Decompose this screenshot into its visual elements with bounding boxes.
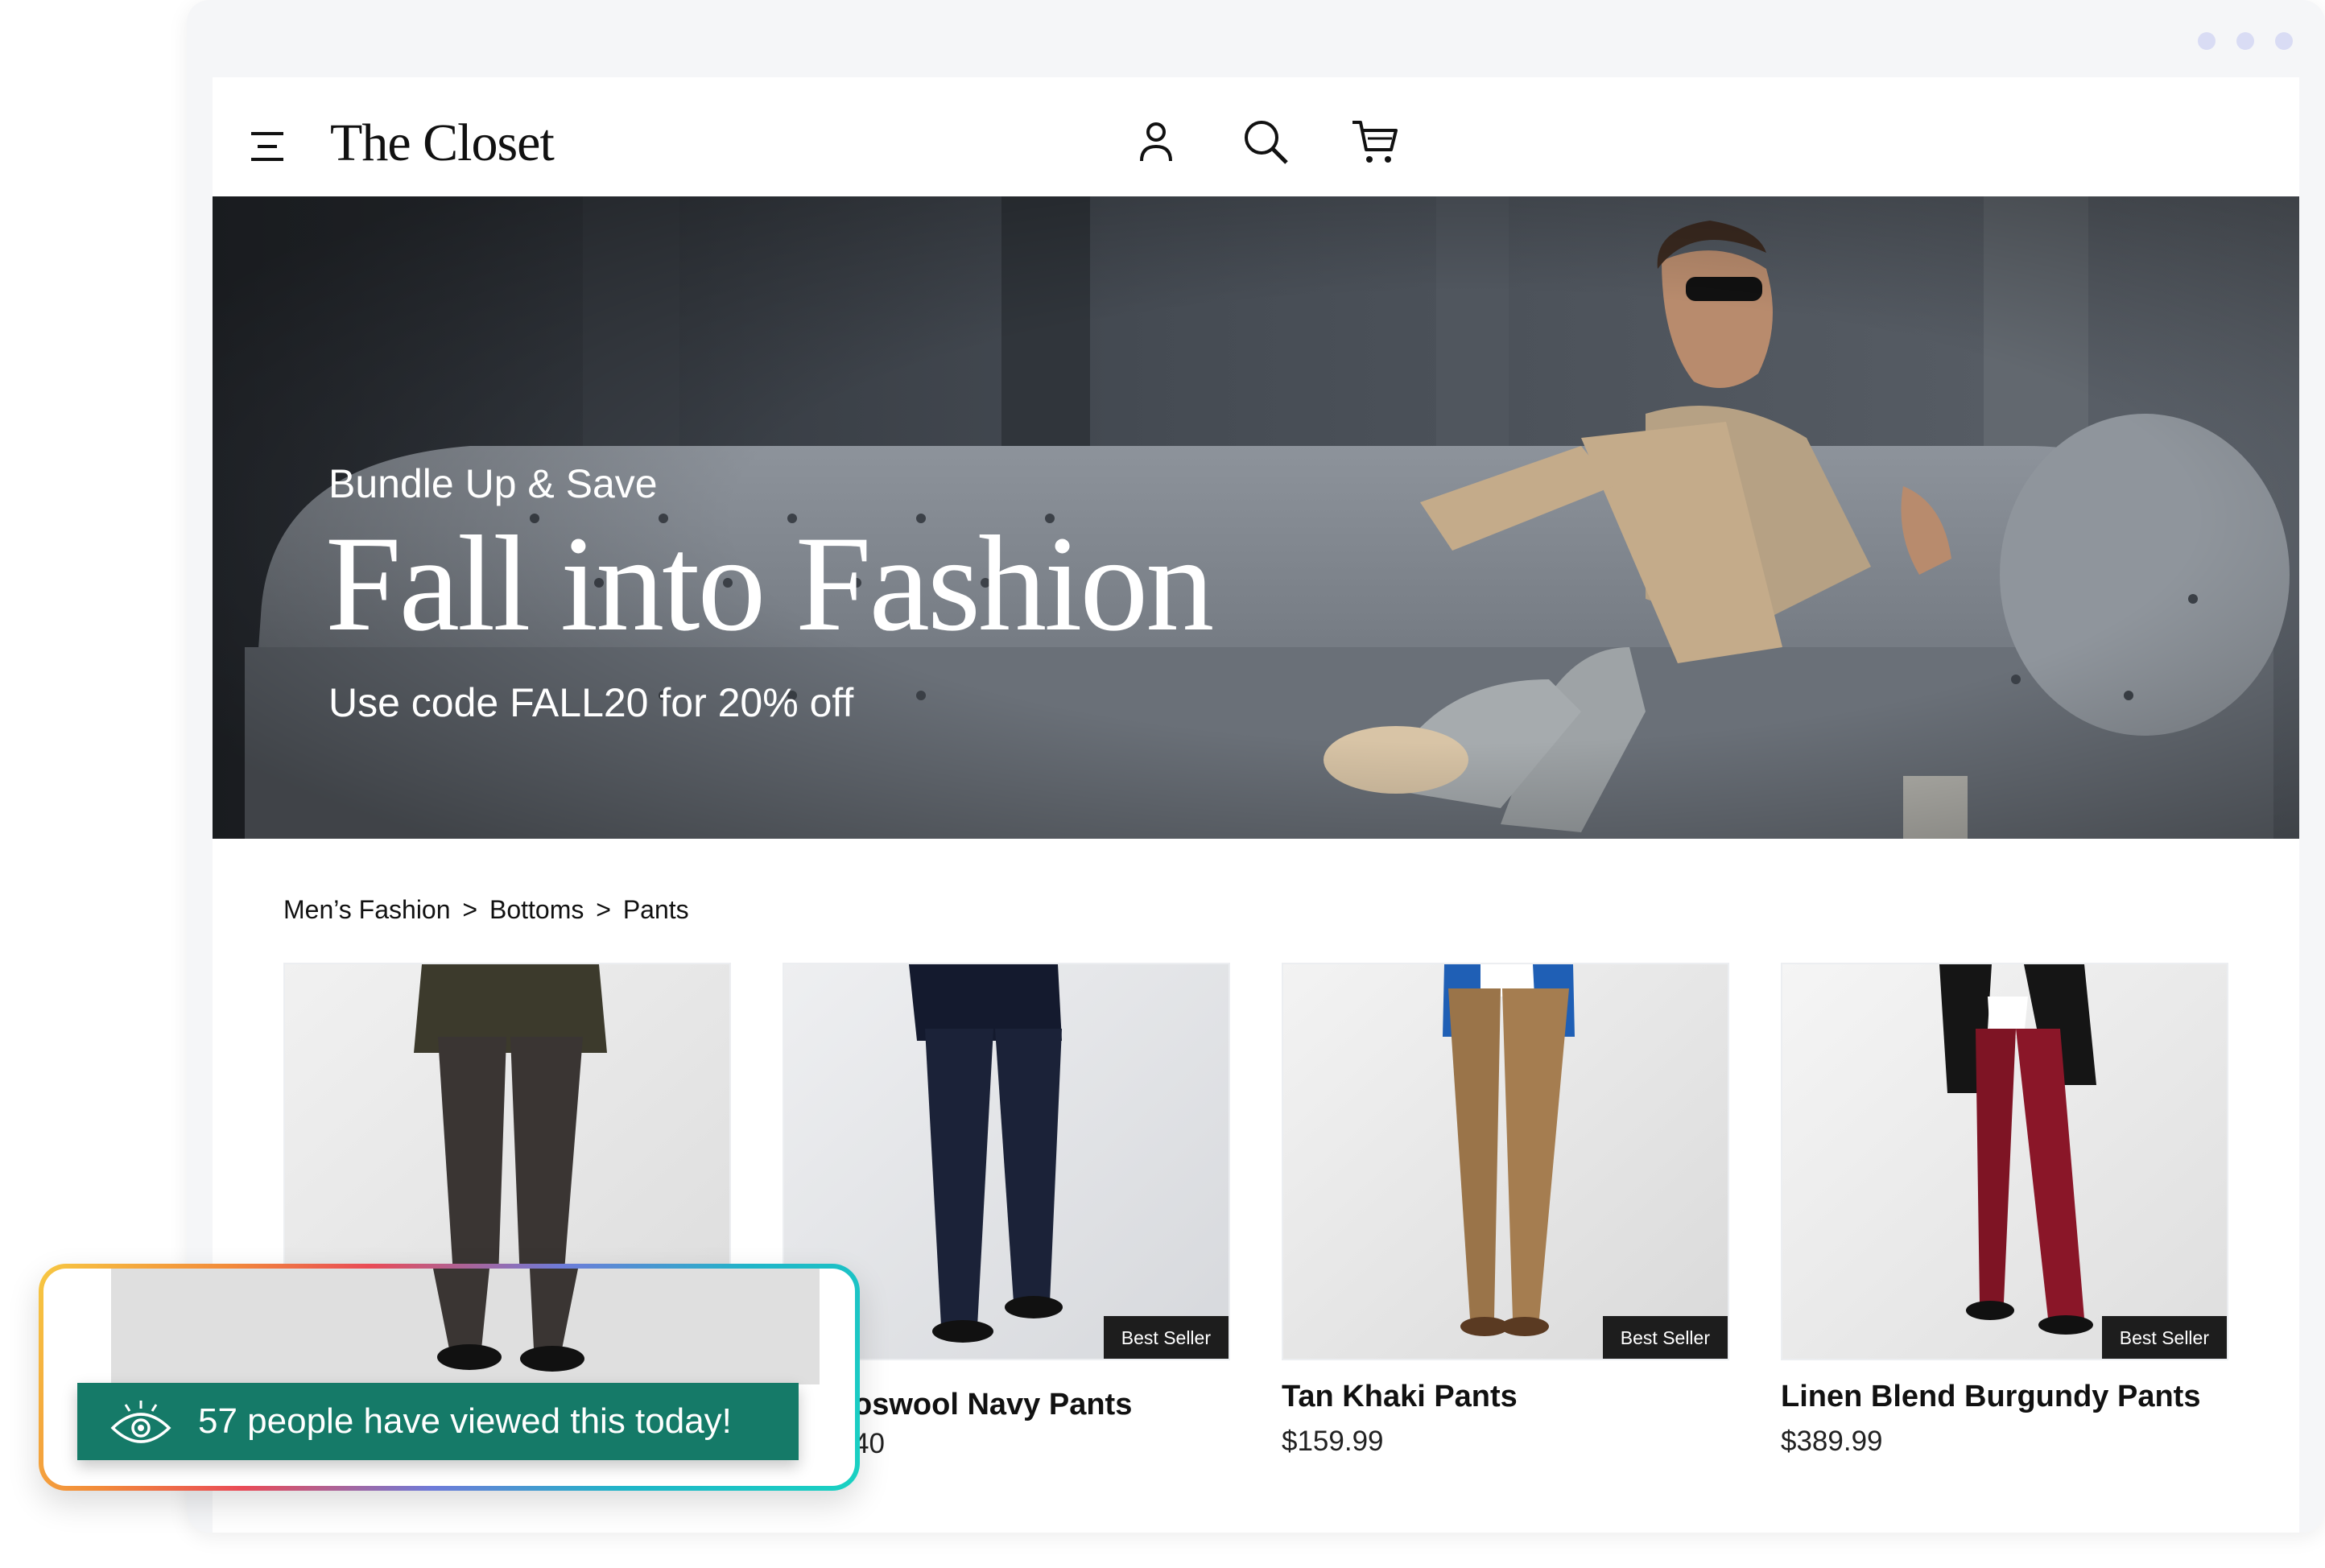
popup-product-image	[111, 1269, 820, 1384]
product-price: $389.99	[1781, 1426, 1883, 1457]
window-dot[interactable]	[2198, 32, 2216, 50]
window-dot[interactable]	[2275, 32, 2293, 50]
product-name[interactable]: oswool Navy Pants	[853, 1388, 1132, 1422]
best-seller-badge: Best Seller	[1103, 1316, 1229, 1359]
hero-title: Fall into Fashion	[325, 508, 1214, 659]
product-card[interactable]: Best Seller Tan Khaki Pants $159.99	[1282, 963, 1729, 1458]
breadcrumb: Men’s Fashion > Bottoms > Pants	[283, 895, 689, 925]
breadcrumb-separator: >	[462, 895, 478, 924]
site-header: The Closet	[213, 77, 2299, 195]
viewer-count-banner: 57 people have viewed this today!	[77, 1383, 799, 1460]
breadcrumb-separator: >	[596, 895, 611, 924]
search-icon[interactable]	[1240, 116, 1291, 167]
site-logo[interactable]: The Closet	[330, 113, 555, 174]
product-image[interactable]: Best Seller	[1282, 963, 1729, 1360]
product-card[interactable]: Best Seller Linen Blend Burgundy Pants $…	[1781, 963, 2228, 1458]
viewer-count-text: 57 people have viewed this today!	[198, 1401, 732, 1441]
window-dot[interactable]	[2236, 32, 2254, 50]
eye-icon	[110, 1401, 171, 1443]
breadcrumb-item[interactable]: Pants	[623, 895, 689, 924]
product-name[interactable]: Tan Khaki Pants	[1282, 1380, 1729, 1414]
product-image[interactable]: Best Seller	[1781, 963, 2228, 1360]
product-price: $159.99	[1282, 1426, 1384, 1457]
cart-icon[interactable]	[1349, 116, 1401, 167]
breadcrumb-item[interactable]: Bottoms	[489, 895, 584, 924]
breadcrumb-item[interactable]: Men’s Fashion	[283, 895, 451, 924]
window-controls	[2198, 32, 2293, 50]
product-name[interactable]: Linen Blend Burgundy Pants	[1781, 1380, 2228, 1414]
menu-icon[interactable]	[250, 130, 285, 163]
best-seller-badge: Best Seller	[2101, 1316, 2227, 1359]
account-icon[interactable]	[1130, 116, 1182, 167]
social-proof-popup: 57 people have viewed this today!	[39, 1264, 860, 1491]
hero-subtitle: Bundle Up & Save	[328, 461, 658, 506]
popup-panel: 57 people have viewed this today!	[43, 1269, 855, 1486]
best-seller-badge: Best Seller	[1602, 1316, 1728, 1359]
hero-banner[interactable]: Bundle Up & Save Fall into Fashion Use c…	[213, 196, 2299, 839]
promo-text: Use code FALL20 for 20% off	[328, 680, 854, 725]
